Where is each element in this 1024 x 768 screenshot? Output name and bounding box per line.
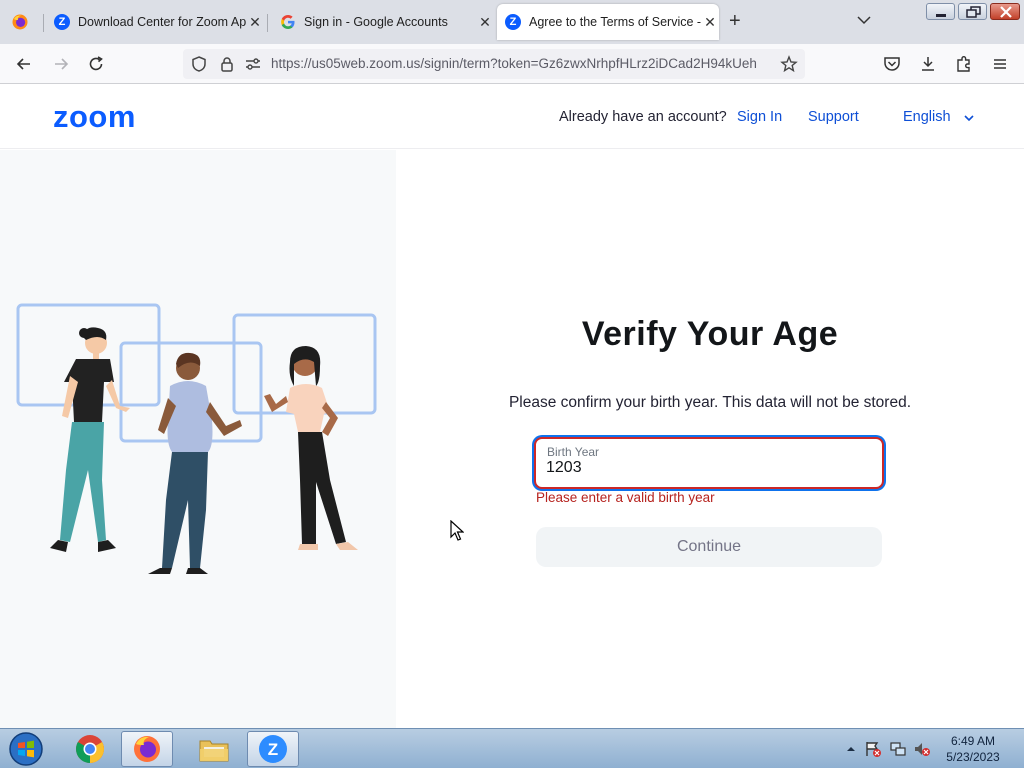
page-subtitle: Please confirm your birth year. This dat…: [508, 394, 912, 411]
new-tab-button[interactable]: +: [729, 10, 741, 33]
minimize-window-button[interactable]: [926, 3, 955, 20]
continue-button[interactable]: Continue: [536, 527, 882, 567]
lock-icon[interactable]: [218, 55, 236, 73]
tracking-protection-shield-icon[interactable]: [190, 55, 208, 73]
start-button-windows-icon[interactable]: [6, 731, 46, 767]
extensions-puzzle-icon[interactable]: [954, 54, 974, 74]
zoom-logo[interactable]: zoom: [53, 99, 136, 135]
close-window-button[interactable]: [990, 3, 1020, 20]
chevron-down-icon[interactable]: [963, 112, 975, 124]
verify-age-panel: Verify Your Age Please confirm your birt…: [396, 150, 1024, 728]
reload-icon[interactable]: [86, 54, 106, 74]
taskbar-zoom-button[interactable]: Z: [247, 731, 299, 767]
back-arrow-icon[interactable]: [14, 54, 34, 74]
zoom-favicon: Z: [54, 14, 70, 30]
bookmark-star-icon[interactable]: [780, 55, 798, 73]
file-explorer-icon: [199, 740, 229, 762]
forward-arrow-icon[interactable]: [51, 54, 71, 74]
tab-zoom-download-center[interactable]: Z Download Center for Zoom Ap ✕: [44, 4, 264, 40]
close-tab-icon[interactable]: ✕: [701, 14, 719, 31]
list-all-tabs-chevron-icon[interactable]: [856, 12, 872, 28]
mouse-cursor-icon: [450, 520, 464, 541]
network-icon[interactable]: [889, 740, 907, 758]
svg-text:Z: Z: [268, 740, 278, 759]
site-header: zoom Already have an account? Sign In Su…: [0, 85, 1024, 149]
restore-window-button[interactable]: [958, 3, 987, 20]
taskbar-chrome-button[interactable]: [64, 731, 116, 767]
language-selector[interactable]: English: [903, 109, 951, 125]
account-question-text: Already have an account?: [559, 109, 727, 125]
screen: Z Download Center for Zoom Ap ✕ Sign in …: [0, 0, 1024, 768]
hamburger-menu-icon[interactable]: [990, 54, 1010, 74]
pocket-icon[interactable]: [882, 54, 902, 74]
chrome-icon: [76, 735, 104, 763]
address-bar[interactable]: https://us05web.zoom.us/signin/term?toke…: [183, 49, 805, 79]
page-title: Verify Your Age: [581, 315, 839, 353]
page-permissions-icon[interactable]: [244, 56, 262, 72]
tab-separator: [267, 14, 268, 32]
birth-year-label: Birth Year: [547, 445, 600, 459]
people-with-video-frames-illustration: [16, 303, 377, 574]
tab-google-sign-in[interactable]: Sign in - Google Accounts ✕: [270, 4, 494, 40]
firefox-icon: [134, 736, 160, 762]
tab-title: Download Center for Zoom Ap: [78, 15, 246, 29]
tab-title: Sign in - Google Accounts: [304, 15, 448, 29]
taskbar-file-explorer-button[interactable]: [188, 731, 240, 767]
browser-tab-strip: Z Download Center for Zoom Ap ✕ Sign in …: [0, 0, 1024, 44]
clock-time[interactable]: 6:49 AM: [930, 734, 1016, 748]
volume-muted-icon[interactable]: [913, 740, 931, 758]
close-icon: [1000, 6, 1012, 18]
support-link[interactable]: Support: [808, 109, 859, 125]
zoom-icon: Z: [259, 735, 287, 763]
tab-title: Agree to the Terms of Service -: [529, 15, 701, 29]
close-tab-icon[interactable]: ✕: [476, 14, 494, 31]
birth-year-field[interactable]: Birth Year: [534, 437, 884, 489]
restore-icon: [966, 6, 981, 18]
url-text: https://us05web.zoom.us/signin/term?toke…: [271, 56, 757, 71]
close-tab-icon[interactable]: ✕: [246, 14, 264, 31]
minimize-icon: [936, 14, 946, 17]
windows-taskbar: Z 6:49 AM 5/23/2023: [0, 728, 1024, 768]
firefox-icon: [12, 14, 28, 30]
downloads-icon[interactable]: [918, 54, 938, 74]
clock-date[interactable]: 5/23/2023: [930, 750, 1016, 764]
birth-year-input[interactable]: [546, 459, 846, 477]
birth-year-error-message: Please enter a valid birth year: [536, 490, 715, 505]
taskbar-firefox-button[interactable]: [121, 731, 173, 767]
zoom-favicon: Z: [505, 14, 521, 30]
browser-navigation-bar: https://us05web.zoom.us/signin/term?toke…: [0, 44, 1024, 84]
action-center-flag-icon[interactable]: [864, 740, 882, 758]
sign-in-link[interactable]: Sign In: [737, 109, 782, 125]
show-hidden-icons-arrow-icon[interactable]: [846, 744, 856, 754]
tab-zoom-terms-active[interactable]: Z Agree to the Terms of Service - ✕: [497, 4, 719, 40]
google-favicon: [281, 15, 295, 29]
firefox-menu-tab[interactable]: [0, 4, 42, 40]
